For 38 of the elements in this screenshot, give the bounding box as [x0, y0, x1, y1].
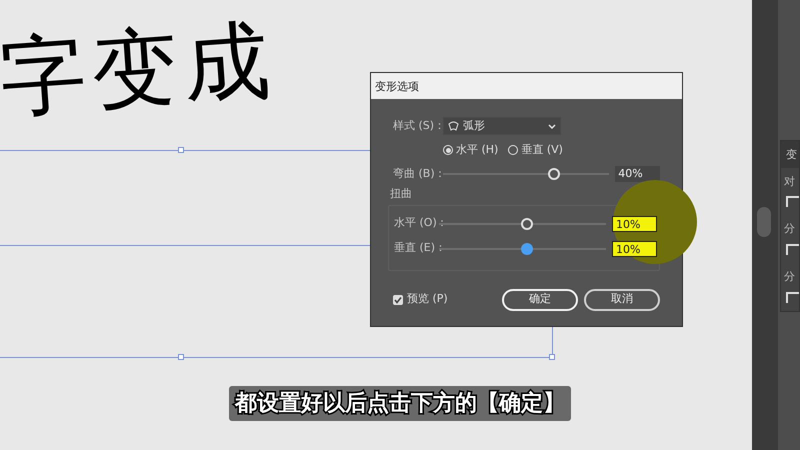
slider[interactable]	[439, 242, 606, 254]
selection-handle[interactable]	[549, 354, 555, 360]
dialog-title: 变形选项	[371, 73, 682, 99]
percent-field[interactable]: 10%	[612, 216, 657, 232]
preview-checkbox[interactable]: 预览 (P)	[393, 291, 448, 308]
checkbox[interactable]	[393, 294, 403, 304]
scroll-handle[interactable]	[757, 207, 771, 237]
style-dropdown[interactable]: 弧形	[443, 117, 561, 135]
percent-field[interactable]: 40%	[615, 166, 660, 182]
percent-field[interactable]: 10%	[612, 240, 657, 256]
selection-handle[interactable]	[178, 354, 184, 360]
radio-option[interactable]: 垂直 (V)	[508, 142, 563, 158]
radio-option[interactable]: 水平 (H)	[443, 142, 498, 158]
slider-thumb[interactable]	[548, 168, 560, 180]
field-label: 样式 (S)：	[393, 118, 443, 134]
chevron-icon	[548, 124, 556, 128]
group-title: 扭曲	[390, 186, 413, 202]
dialog-button[interactable]: 确定	[502, 288, 578, 310]
arc-shape-icon	[448, 121, 459, 131]
section-label: 分	[783, 269, 796, 286]
subtitle-text: 都设置好以后点击下方的【确定】	[229, 386, 571, 421]
radio-button[interactable]	[508, 145, 518, 155]
align-icon[interactable]	[786, 196, 799, 208]
slider[interactable]	[443, 168, 610, 180]
align-icon[interactable]	[786, 292, 799, 303]
slider-thumb[interactable]	[521, 218, 534, 230]
section-label: 分	[783, 221, 796, 238]
dialog-button[interactable]: 取消	[584, 288, 660, 310]
art-text: 字变成	[0, 16, 278, 122]
panel-tab[interactable]: 变	[781, 141, 799, 168]
field-label: 弯曲 (B)：	[393, 166, 443, 182]
slider[interactable]	[439, 218, 606, 230]
slider-thumb[interactable]	[521, 242, 534, 254]
section-label: 对	[783, 174, 796, 190]
field-label: 垂直 (E)：	[394, 240, 439, 256]
align-icon[interactable]	[786, 244, 799, 256]
selection-handle[interactable]	[178, 147, 184, 153]
radio-button[interactable]	[443, 145, 453, 155]
